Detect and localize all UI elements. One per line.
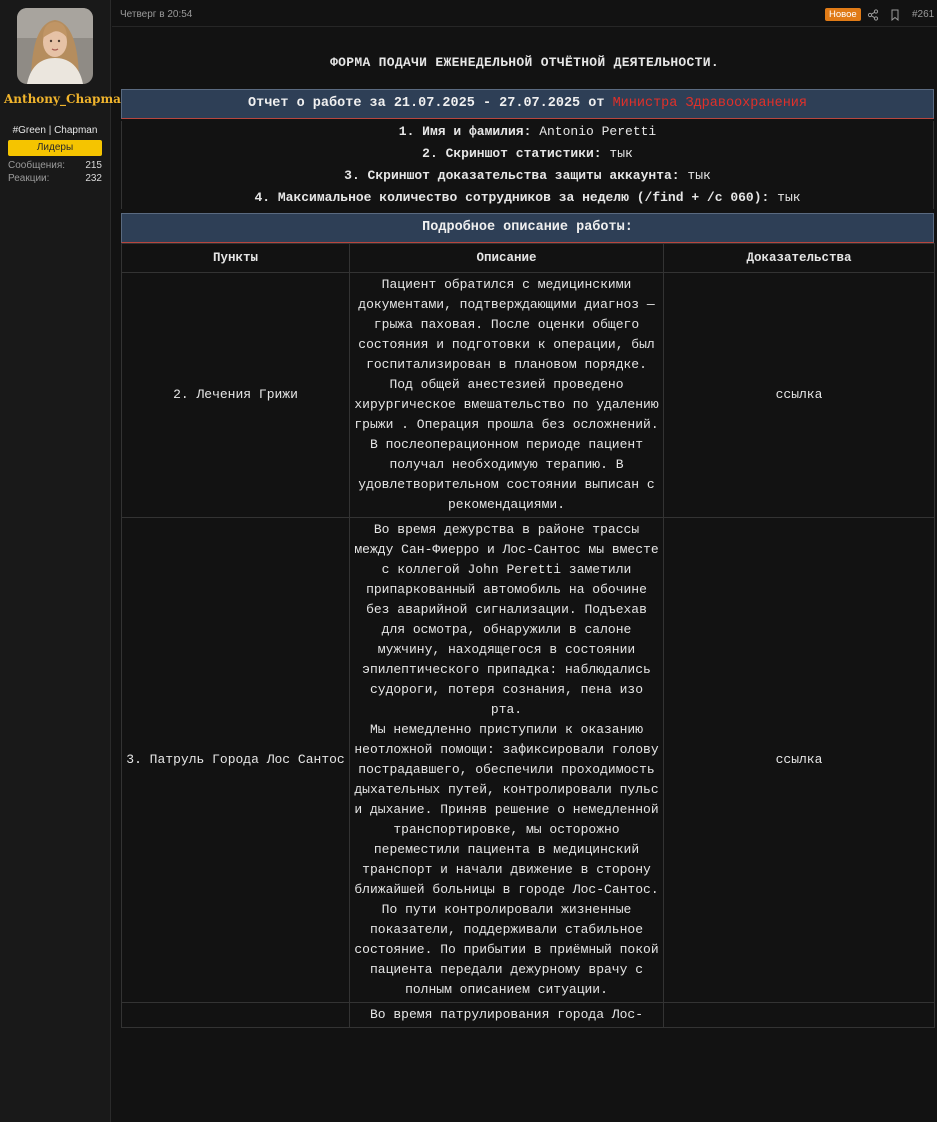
user-title: #Green | Chapman (12, 125, 98, 136)
table-row: 2. Лечения Грижи Пациент обратился с мед… (121, 272, 935, 518)
table-row: Во время патрулирования города Лос- (121, 1002, 935, 1028)
row-point (121, 1002, 350, 1028)
stat-value[interactable]: 232 (85, 173, 102, 184)
post-date[interactable]: Четверг в 20:54 (120, 9, 192, 20)
column-header: Пункты (121, 243, 350, 273)
stat-messages: Сообщения: 215 (8, 160, 102, 171)
avatar[interactable] (17, 8, 93, 84)
post-number[interactable]: #261 (912, 9, 934, 20)
report-header: Отчет о работе за 21.07.2025 - 27.07.202… (121, 89, 934, 119)
bookmark-icon[interactable] (889, 8, 901, 22)
table-row: 3. Патруль Города Лос Сантос Во время де… (121, 517, 935, 1003)
post-content: ФОРМА ПОДАЧИ ЕЖЕНЕДЕЛЬНОЙ ОТЧЁТНОЙ ДЕЯТЕ… (112, 27, 937, 1122)
post-header: Четверг в 20:54 Новое #261 (112, 0, 937, 27)
info-link[interactable]: тык (777, 190, 800, 205)
info-value: Antonio Peretti (539, 124, 657, 139)
column-header: Доказательства (663, 243, 935, 273)
info-item: 2. Скриншот статистики: тык (422, 146, 633, 161)
row-proof-link[interactable] (663, 1002, 935, 1028)
report-header-role: Министра Здравоохранения (612, 96, 807, 111)
row-description: Пациент обратился с медицинскими докумен… (349, 272, 664, 518)
username[interactable]: Anthony_Chapman (4, 92, 130, 107)
info-item: 3. Скриншот доказательства защиты аккаун… (344, 168, 711, 183)
row-proof-link[interactable]: ссылка (663, 517, 935, 1003)
table-header-row: Пункты Описание Доказательства (121, 243, 935, 273)
share-icon[interactable] (867, 8, 879, 21)
stat-value[interactable]: 215 (85, 160, 102, 171)
row-description: Во время патрулирования города Лос- (349, 1002, 664, 1028)
leaders-badge: Лидеры (8, 140, 102, 156)
row-description: Во время дежурства в районе трассы между… (349, 517, 664, 1003)
info-link[interactable]: тык (609, 146, 632, 161)
stat-label: Реакции: (8, 173, 50, 184)
row-proof-link[interactable]: ссылка (663, 272, 935, 518)
stat-reactions: Реакции: 232 (8, 173, 102, 184)
column-header: Описание (349, 243, 664, 273)
report-info: 1. Имя и фамилия: Antonio Peretti 2. Скр… (121, 121, 934, 209)
info-item: 4. Максимальное количество сотрудников з… (254, 190, 801, 205)
info-item: 1. Имя и фамилия: Antonio Peretti (398, 124, 657, 139)
info-link[interactable]: тык (687, 168, 710, 183)
details-table: Пункты Описание Доказательства 2. Лечени… (121, 243, 935, 1028)
report-header-text: Отчет о работе за 21.07.2025 - 27.07.202… (248, 96, 613, 111)
row-point: 3. Патруль Города Лос Сантос (121, 517, 350, 1003)
form-title: ФОРМА ПОДАЧИ ЕЖЕНЕДЕЛЬНОЙ ОТЧЁТНОЙ ДЕЯТЕ… (330, 55, 719, 70)
details-header: Подробное описание работы: (121, 213, 934, 243)
stat-label: Сообщения: (8, 160, 66, 171)
new-badge: Новое (825, 8, 861, 21)
user-sidebar: Anthony_Chapman #Green | Chapman Лидеры … (0, 0, 130, 1122)
row-point: 2. Лечения Грижи (121, 272, 350, 518)
